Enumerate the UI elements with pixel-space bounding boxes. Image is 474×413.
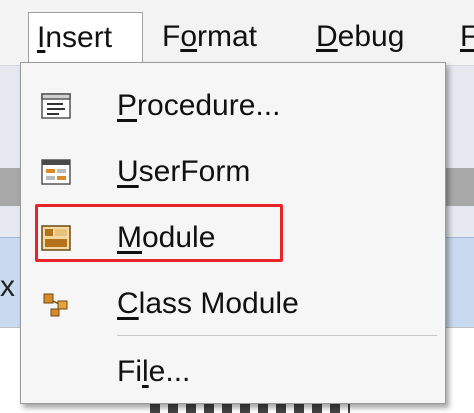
menu-debug-mnemonic: D: [316, 20, 338, 53]
menu-item-label: File...: [117, 355, 191, 388]
background-edge-char: x: [0, 270, 15, 303]
menu-item-label: UserForm: [117, 155, 251, 188]
procedure-icon: [41, 93, 71, 119]
menu-item-procedure[interactable]: Procedure...: [21, 73, 445, 139]
menu-format-mnemonic: o: [180, 20, 198, 53]
menu-debug-label-post: ebug: [337, 20, 405, 53]
userform-icon: [41, 159, 71, 185]
menu-insert[interactable]: Insert: [28, 12, 143, 62]
menu-format-label-post: rmat: [197, 20, 258, 53]
menu-item-label: Class Module: [117, 287, 299, 320]
menu-insert-label-post: nsert: [45, 21, 113, 54]
menu-clipped[interactable]: F: [452, 12, 474, 62]
menu-separator: [117, 335, 437, 336]
menu-item-userform[interactable]: UserForm: [21, 139, 445, 205]
menu-item-label: Procedure...: [117, 89, 281, 122]
class-module-icon: [41, 291, 71, 317]
menu-format[interactable]: Format: [154, 12, 265, 62]
insert-dropdown-menu: Procedure... UserForm Module Class Modul…: [20, 62, 446, 404]
module-highlight-box: [35, 204, 283, 262]
menu-debug[interactable]: Debug: [308, 12, 412, 62]
menu-format-label-pre: F: [162, 20, 181, 53]
menu-item-file[interactable]: File...: [21, 339, 445, 405]
menu-clipped-mnemonic: F: [460, 20, 474, 53]
menu-item-class-module[interactable]: Class Module: [21, 271, 445, 337]
